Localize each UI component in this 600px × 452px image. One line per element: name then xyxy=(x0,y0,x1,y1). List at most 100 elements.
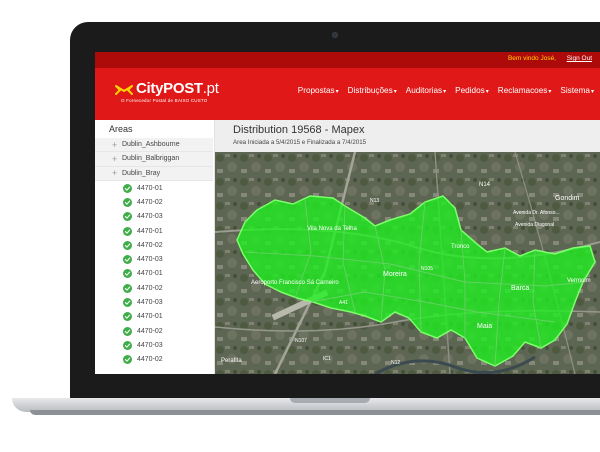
main-nav: Propostas▾ Distribuções▾ Auditorias▾ Ped… xyxy=(298,86,594,95)
check-circle-icon xyxy=(123,255,132,265)
nav-label: Pedidos xyxy=(455,86,485,95)
map-label: Vila Nova da Telha xyxy=(307,226,357,232)
logo-text: CityPOST.pt xyxy=(136,80,219,97)
area-code: 4470-01 xyxy=(137,313,163,321)
app-screen: Bem vindo José, Sign Out CityPOST.pt O F… xyxy=(95,52,600,374)
app-header: CityPOST.pt O Fornecedor Postal de BAIXO… xyxy=(95,68,600,120)
area-code: 4470-02 xyxy=(137,284,163,292)
area-item[interactable]: 4470-02 xyxy=(95,324,213,338)
nav-label: Auditorias xyxy=(405,86,443,95)
area-code: 4470-01 xyxy=(137,184,163,192)
chevron-down-icon: ▾ xyxy=(548,89,552,95)
area-code: 4470-03 xyxy=(137,256,163,264)
nav-label: Reclamacoes xyxy=(497,86,548,95)
area-item[interactable]: 4470-03 xyxy=(95,295,213,309)
nav-label: Distribuções xyxy=(347,86,393,95)
area-item[interactable]: 4470-03 xyxy=(95,210,213,224)
area-item[interactable]: 4470-03 xyxy=(95,338,213,352)
chevron-down-icon: ▾ xyxy=(335,89,339,95)
area-item[interactable]: 4470-03 xyxy=(95,253,213,267)
map-label: N13 xyxy=(370,198,379,204)
map-label: Gondim xyxy=(555,195,580,202)
map-label: N107 xyxy=(295,338,307,344)
check-circle-icon xyxy=(123,226,132,236)
check-circle-icon xyxy=(123,283,132,293)
chevron-down-icon: ▾ xyxy=(393,89,397,95)
area-code: 4470-02 xyxy=(137,241,163,249)
nav-label: Sistema xyxy=(560,86,590,95)
nav-auditorias[interactable]: Auditorias▾ xyxy=(406,86,446,95)
tagline: O Fornecedor Postal de BAIXO CUSTO xyxy=(121,98,208,103)
area-code: 4470-03 xyxy=(137,299,163,307)
area-code: 4470-02 xyxy=(137,198,163,206)
area-item[interactable]: 4470-01 xyxy=(95,224,213,238)
map-label: A41 xyxy=(339,300,348,306)
group-label: Dublin_Bray xyxy=(122,169,161,177)
nav-reclamacoes[interactable]: Reclamacoes▾ xyxy=(498,86,552,95)
expand-icon[interactable]: + xyxy=(112,154,122,164)
map-canvas[interactable]: N14 N13 Gondim Vila Nova da Telha Avenid… xyxy=(215,152,600,374)
nav-propostas[interactable]: Propostas▾ xyxy=(298,86,339,95)
distribution-dates: Area Iniciada a 5/4/2015 e Finalizada a … xyxy=(233,139,367,146)
check-circle-icon xyxy=(123,298,132,308)
area-code: 4470-01 xyxy=(137,227,163,235)
chevron-down-icon: ▾ xyxy=(485,89,489,95)
sign-out-link[interactable]: Sign Out xyxy=(567,55,592,62)
expand-icon[interactable]: + xyxy=(112,168,122,178)
expand-icon[interactable]: + xyxy=(112,140,122,150)
tree-group[interactable]: + Dublin_Ashbourne xyxy=(95,138,213,153)
area-item[interactable]: 4470-02 xyxy=(95,238,213,252)
map-label: N105 xyxy=(421,266,433,272)
map-label: Maia xyxy=(477,323,492,330)
chevron-down-icon: ▾ xyxy=(590,89,594,95)
laptop-base-shadow xyxy=(30,410,600,415)
logo-main: CityPOST xyxy=(136,80,203,97)
map-label: IC1 xyxy=(323,356,331,362)
tree-group[interactable]: + Dublin_Balbriggan xyxy=(95,152,213,167)
page-title: Distribution 19568 - Mapex xyxy=(233,124,365,136)
map-label: Moreira xyxy=(383,271,407,278)
area-item[interactable]: 4470-02 xyxy=(95,353,213,367)
nav-distribuicoes[interactable]: Distribuções▾ xyxy=(348,86,397,95)
tree-group[interactable]: + Dublin_Bray xyxy=(95,166,213,181)
check-circle-icon xyxy=(123,269,132,279)
area-item[interactable]: 4470-01 xyxy=(95,267,213,281)
check-circle-icon xyxy=(123,197,132,207)
nav-pedidos[interactable]: Pedidos▾ xyxy=(455,86,489,95)
satellite-map[interactable]: N14 N13 Gondim Vila Nova da Telha Avenid… xyxy=(215,152,600,374)
group-label: Dublin_Ashbourne xyxy=(122,141,180,149)
area-code: 4470-02 xyxy=(137,356,163,364)
chevron-down-icon: ▾ xyxy=(443,89,447,95)
distribution-header: Distribution 19568 - Mapex Area Iniciada… xyxy=(215,120,600,152)
map-label: Barca xyxy=(511,285,529,292)
area-code: 4470-01 xyxy=(137,270,163,278)
check-circle-icon xyxy=(123,355,132,365)
area-item[interactable]: 4470-01 xyxy=(95,181,213,195)
nav-sistema[interactable]: Sistema▾ xyxy=(560,86,594,95)
area-item[interactable]: 4470-02 xyxy=(95,195,213,209)
check-circle-icon xyxy=(123,212,132,222)
area-code: 4470-03 xyxy=(137,341,163,349)
envelope-logo-icon xyxy=(115,83,133,95)
map-label: Avenida Diagonal xyxy=(515,222,554,228)
map-label: N14 xyxy=(479,182,491,188)
map-label: Avenida Dr. Afonso... xyxy=(513,210,560,216)
area-code: 4470-03 xyxy=(137,213,163,221)
check-circle-icon xyxy=(123,312,132,322)
sidebar-title: Areas xyxy=(109,124,133,134)
camera xyxy=(332,32,338,38)
map-label: Vermoim xyxy=(567,278,591,284)
laptop-notch xyxy=(290,398,370,403)
group-label: Dublin_Balbriggan xyxy=(122,155,180,163)
logo[interactable]: CityPOST.pt xyxy=(115,80,219,97)
check-circle-icon xyxy=(123,326,132,336)
area-code: 4470-02 xyxy=(137,327,163,335)
area-item[interactable]: 4470-02 xyxy=(95,281,213,295)
greeting-text: Bem vindo José, xyxy=(507,55,556,62)
logo-suffix: .pt xyxy=(202,80,219,97)
area-item[interactable]: 4470-01 xyxy=(95,310,213,324)
map-label: Aeroporto Francisco Sá Carneiro xyxy=(251,280,339,286)
map-label: Perafita xyxy=(221,358,242,364)
nav-label: Propostas xyxy=(297,86,335,95)
laptop-mockup: Bem vindo José, Sign Out CityPOST.pt O F… xyxy=(0,0,600,452)
